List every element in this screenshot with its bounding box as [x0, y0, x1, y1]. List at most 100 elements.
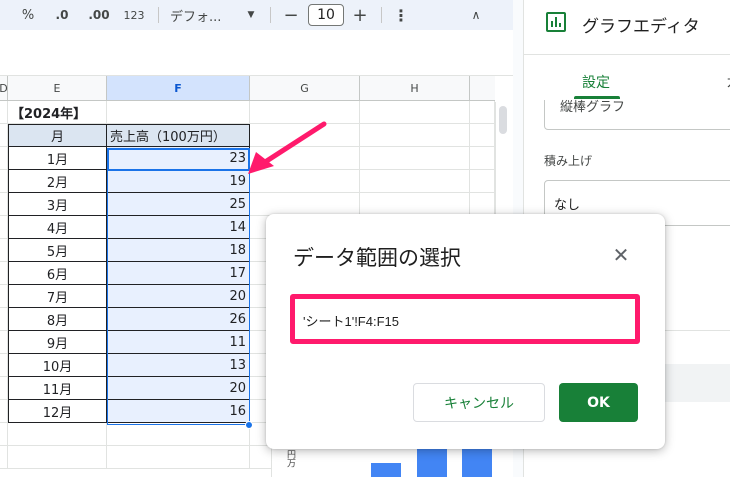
table-row: 3月 25 — [0, 193, 495, 216]
number-format-button[interactable]: 123 — [120, 0, 148, 30]
grid-cell[interactable] — [0, 262, 8, 285]
month-cell[interactable]: 7月 — [8, 285, 107, 308]
chart-bar — [371, 463, 401, 477]
sales-cell[interactable]: 14 — [107, 216, 250, 239]
column-header-f[interactable]: F — [107, 76, 250, 101]
increase-font-size-button[interactable]: + — [352, 0, 368, 30]
sales-cell[interactable]: 17 — [107, 262, 250, 285]
column-header-d[interactable]: D — [0, 76, 8, 101]
sales-cell[interactable]: 13 — [107, 354, 250, 377]
sales-cell[interactable]: 18 — [107, 239, 250, 262]
month-cell[interactable]: 2月 — [8, 170, 107, 193]
month-cell[interactable]: 11月 — [8, 377, 107, 400]
grid-cell[interactable] — [107, 446, 250, 469]
chevron-down-icon[interactable]: ▼ — [244, 0, 258, 30]
grid-cell[interactable] — [0, 423, 8, 446]
grid-cell[interactable] — [0, 331, 8, 354]
grid-cell[interactable] — [0, 377, 8, 400]
sales-cell[interactable]: 23 — [107, 147, 250, 170]
grid-cell[interactable] — [360, 124, 470, 147]
cancel-button[interactable]: キャンセル — [413, 383, 545, 422]
font-select[interactable]: デフォ... — [170, 0, 230, 30]
grid-cell[interactable] — [0, 308, 8, 331]
grid-cell[interactable] — [250, 101, 360, 124]
data-range-input[interactable]: 'シート1'!F4:F15 — [290, 294, 640, 344]
column-header-h[interactable]: H — [360, 76, 470, 101]
stacking-label: 積み上げ — [544, 154, 593, 168]
column-header-i[interactable] — [470, 76, 495, 101]
grid-cell[interactable] — [0, 124, 8, 147]
month-header-cell[interactable]: 月 — [8, 124, 107, 147]
grid-cell[interactable] — [250, 193, 360, 216]
grid-cell[interactable] — [0, 216, 8, 239]
grid-cell[interactable] — [0, 101, 8, 124]
stacking-value: なし — [554, 198, 581, 213]
more-options-icon[interactable]: ⋮ — [393, 0, 409, 30]
grid-cell[interactable] — [107, 423, 250, 446]
tab-setup[interactable]: 設定 — [582, 72, 610, 92]
grid-cell[interactable] — [360, 101, 470, 124]
grid-cell[interactable] — [250, 124, 360, 147]
ok-button[interactable]: OK — [559, 383, 638, 422]
grid-cell[interactable] — [0, 147, 8, 170]
toolbar-divider — [270, 7, 271, 23]
table-row: 2月 19 — [0, 170, 495, 193]
grid-cell[interactable] — [0, 400, 8, 423]
increase-decimal-button[interactable]: .00 — [84, 0, 114, 30]
grid-cell[interactable] — [470, 170, 495, 193]
percent-format-button[interactable]: % — [18, 0, 38, 30]
tab-customize[interactable]: カ — [726, 72, 730, 92]
month-cell[interactable]: 4月 — [8, 216, 107, 239]
grid-cell[interactable] — [0, 354, 8, 377]
grid-cell[interactable] — [360, 147, 470, 170]
collapse-toolbar-icon[interactable]: ∧ — [468, 0, 484, 30]
grid-cell[interactable] — [250, 147, 360, 170]
close-icon[interactable]: ✕ — [610, 243, 632, 267]
chart-bar — [417, 449, 447, 477]
decrease-font-size-button[interactable]: − — [283, 0, 299, 30]
fill-handle[interactable] — [245, 421, 253, 429]
grid-cell[interactable] — [470, 147, 495, 170]
chart-type-value: 縦棒グラフ — [560, 100, 626, 115]
month-cell[interactable]: 6月 — [8, 262, 107, 285]
grid-cell[interactable] — [8, 446, 107, 469]
sales-cell[interactable]: 19 — [107, 170, 250, 193]
table-row: 1月 23 — [0, 147, 495, 170]
grid-cell[interactable] — [0, 446, 8, 469]
grid-cell[interactable] — [0, 170, 8, 193]
toolbar-divider — [381, 7, 382, 23]
month-cell[interactable]: 5月 — [8, 239, 107, 262]
sales-cell[interactable]: 25 — [107, 193, 250, 216]
toolbar: % .0 .00 123 デフォ... ▼ − 10 + ⋮ ∧ — [0, 0, 513, 30]
column-header-e[interactable]: E — [8, 76, 107, 101]
month-cell[interactable]: 3月 — [8, 193, 107, 216]
month-cell[interactable]: 10月 — [8, 354, 107, 377]
decrease-decimal-button[interactable]: .0 — [48, 0, 76, 30]
grid-cell[interactable] — [250, 170, 360, 193]
sales-cell[interactable]: 26 — [107, 308, 250, 331]
grid-cell[interactable] — [0, 285, 8, 308]
month-cell[interactable]: 1月 — [8, 147, 107, 170]
sales-header-cell[interactable]: 売上高（100万円） — [107, 124, 250, 147]
font-size-input[interactable]: 10 — [308, 4, 344, 26]
year-label-cell[interactable]: 【2024年】 — [8, 101, 107, 124]
grid-cell[interactable] — [470, 124, 495, 147]
month-cell[interactable]: 9月 — [8, 331, 107, 354]
grid-cell[interactable] — [470, 193, 495, 216]
grid-cell[interactable] — [360, 193, 470, 216]
grid-cell[interactable] — [470, 101, 495, 124]
scrollbar-thumb[interactable] — [499, 106, 507, 134]
grid-cell[interactable] — [0, 239, 8, 262]
grid-cell[interactable] — [8, 423, 107, 446]
sales-cell[interactable]: 11 — [107, 331, 250, 354]
data-range-value: 'シート1'!F4:F15 — [303, 314, 399, 329]
grid-cell[interactable] — [360, 170, 470, 193]
grid-cell[interactable] — [0, 193, 8, 216]
month-cell[interactable]: 8月 — [8, 308, 107, 331]
sales-cell[interactable]: 16 — [107, 400, 250, 423]
column-header-g[interactable]: G — [250, 76, 360, 101]
sales-cell[interactable]: 20 — [107, 285, 250, 308]
sales-cell[interactable]: 20 — [107, 377, 250, 400]
month-cell[interactable]: 12月 — [8, 400, 107, 423]
grid-cell[interactable] — [107, 101, 250, 124]
